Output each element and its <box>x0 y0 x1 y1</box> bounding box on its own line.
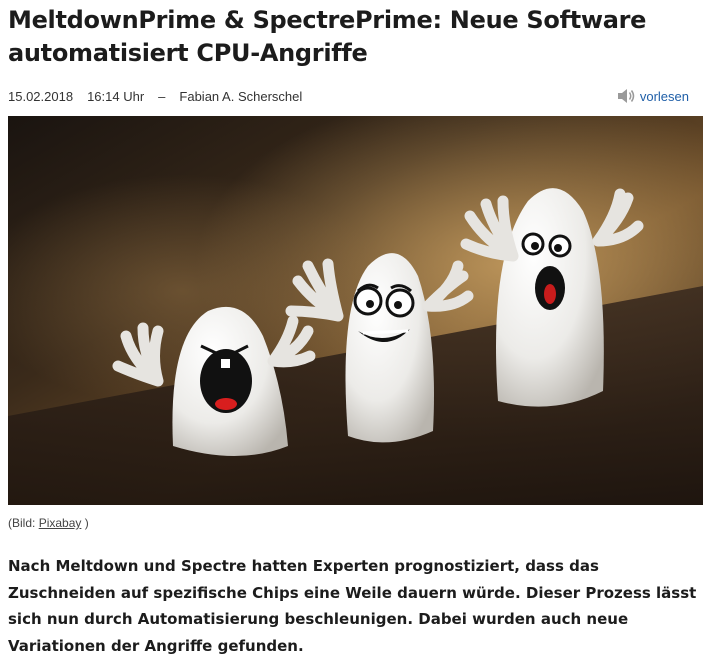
caption-prefix: (Bild: <box>8 516 39 530</box>
publish-time: 16:14 Uhr <box>87 88 145 104</box>
caption-suffix: ) <box>81 516 89 530</box>
read-aloud-button[interactable]: vorlesen <box>617 86 703 106</box>
article-headline: MeltdownPrime & SpectrePrime: Neue Softw… <box>8 6 647 67</box>
article-meta: 15.02.2018 16:14 Uhr – Fabian A. Schersc… <box>8 86 703 106</box>
read-aloud-label: vorlesen <box>639 88 689 104</box>
speaker-icon <box>617 89 635 103</box>
meta-separator: – <box>158 88 166 104</box>
author-name: Fabian A. Scherschel <box>179 88 303 104</box>
image-caption: (Bild: Pixabay ) <box>8 516 89 530</box>
caption-source-link[interactable]: Pixabay <box>39 516 82 530</box>
publish-date: 15.02.2018 <box>8 88 74 104</box>
article-image <box>8 116 703 505</box>
article-lead: Nach Meltdown und Spectre hatten Experte… <box>8 557 697 655</box>
